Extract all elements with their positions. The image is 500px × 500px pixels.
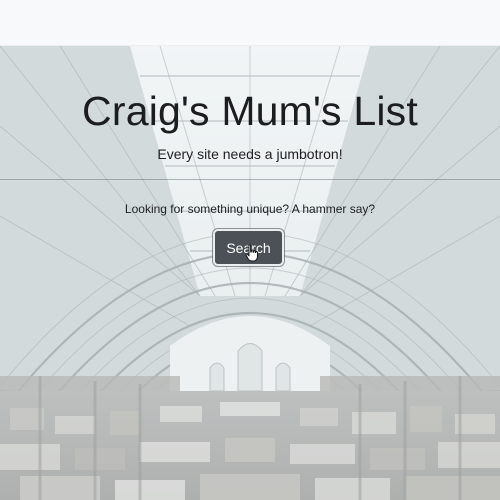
top-navbar bbox=[0, 0, 500, 46]
jumbotron-prompt: Looking for something unique? A hammer s… bbox=[124, 202, 376, 216]
hand-pointer-icon bbox=[245, 244, 258, 262]
jumbotron: Craig's Mum's List Every site needs a ju… bbox=[0, 46, 500, 500]
jumbotron-lead: Every site needs a jumbotron! bbox=[157, 146, 343, 162]
divider bbox=[0, 179, 500, 180]
page-title: Craig's Mum's List bbox=[82, 88, 418, 134]
